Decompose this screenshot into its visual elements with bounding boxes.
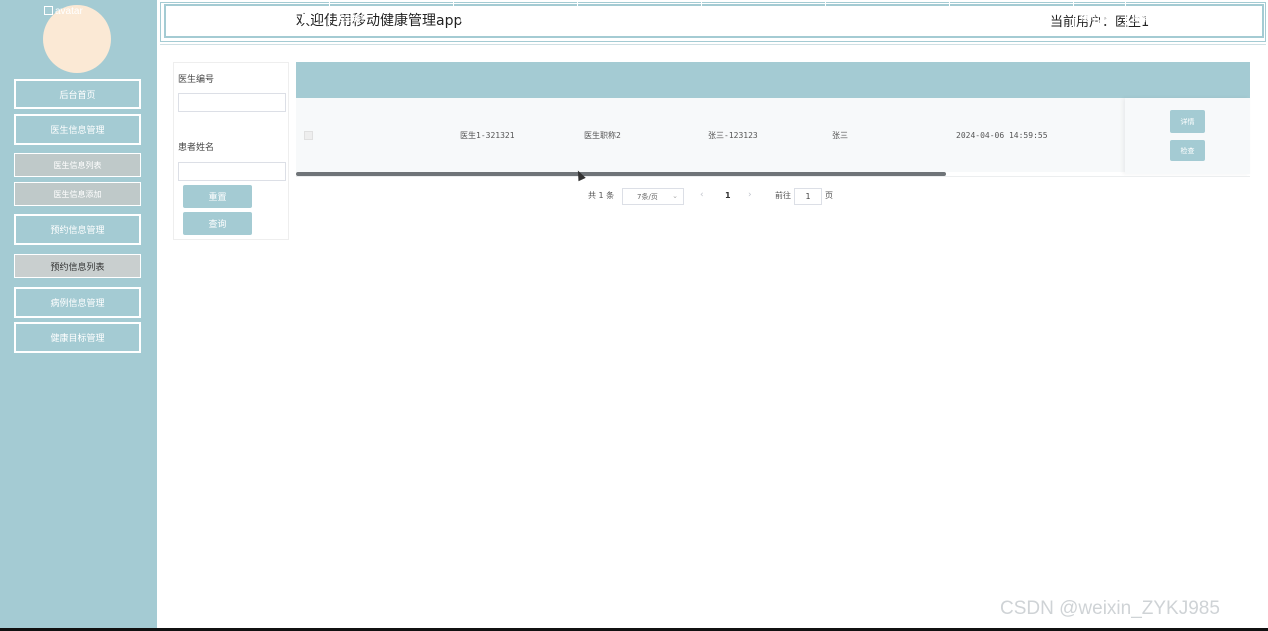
- row-checkbox[interactable]: [304, 131, 313, 140]
- detail-button[interactable]: 详情: [1170, 110, 1205, 133]
- watermark: CSDN @weixin_ZYKJ985: [1000, 598, 1220, 619]
- sidebar-item-doctor-add[interactable]: 医生信息添加: [14, 182, 141, 206]
- header-checkbox-cell: [296, 0, 330, 36]
- sidebar-item-booking-list[interactable]: 预约信息列表: [14, 254, 141, 278]
- column-header-actions: 操作: [1132, 13, 1148, 23]
- cell-booking-user: 张三-123123: [708, 130, 758, 140]
- pagination-total: 共 1 条: [588, 191, 615, 200]
- cell-doctor-name: 医生1-321321: [460, 130, 515, 140]
- reset-button[interactable]: 重置: [183, 185, 252, 208]
- doctor-id-label: 医生编号: [178, 75, 215, 85]
- sidebar: avatar 后台首页 医生信息管理 医生信息列表 医生信息添加 预约信息管理 …: [0, 0, 157, 628]
- header-divider: [160, 44, 1266, 45]
- check-button[interactable]: 检查: [1170, 140, 1205, 161]
- patient-name-label: 患者姓名: [178, 143, 215, 153]
- prev-page-icon[interactable]: ‹: [700, 190, 704, 200]
- cell-booking-status: [1074, 98, 1126, 172]
- column-header-doctor-name[interactable]: 医生名称: [454, 0, 578, 36]
- page-size-select[interactable]: 7条/页 ⌄: [622, 188, 684, 205]
- cell-patient-name: 张三: [832, 130, 848, 140]
- column-header-booking-status[interactable]: 预约状态: [1074, 0, 1126, 36]
- goto-label: 前往: [775, 191, 791, 200]
- sidebar-item-booking-management[interactable]: 预约信息管理: [14, 214, 141, 245]
- avatar-broken-image: avatar: [44, 6, 83, 17]
- select-all-checkbox[interactable]: [302, 13, 311, 23]
- page-suffix: 页: [825, 191, 833, 200]
- sidebar-item-health-goal-management[interactable]: 健康目标管理: [14, 322, 141, 353]
- chevron-down-icon: ⌄: [672, 192, 678, 200]
- column-header-booking-user[interactable]: 预约用户: [702, 0, 826, 36]
- sidebar-item-doctor-list[interactable]: 医生信息列表: [14, 153, 141, 177]
- table-bottom-border: [296, 176, 1250, 177]
- page-size-value: 7条/页: [637, 192, 658, 201]
- next-page-icon[interactable]: ›: [748, 190, 752, 200]
- goto-page-input[interactable]: 1: [794, 188, 822, 205]
- patient-name-input[interactable]: [178, 162, 286, 181]
- app-window: avatar 后台首页 医生信息管理 医生信息列表 医生信息添加 预约信息管理 …: [0, 0, 1268, 631]
- table-header: [296, 62, 1250, 98]
- sidebar-item-case-management[interactable]: 病例信息管理: [14, 287, 141, 318]
- sidebar-item-home[interactable]: 后台首页: [14, 79, 141, 109]
- doctor-id-input[interactable]: [178, 93, 286, 112]
- current-page-number[interactable]: 1: [725, 191, 731, 200]
- cell-doctor-title: 医生职称2: [584, 130, 621, 140]
- column-header-doctor-id[interactable]: 医生编号: [330, 0, 454, 36]
- query-button[interactable]: 查询: [183, 212, 252, 235]
- broken-image-icon: [44, 6, 53, 15]
- column-header-doctor-title[interactable]: 医生职称: [578, 0, 702, 36]
- column-header-patient-name[interactable]: 患者姓名: [826, 0, 950, 36]
- cell-booking-time: 2024-04-06 14:59:55: [956, 130, 1048, 140]
- sidebar-item-doctor-management[interactable]: 医生信息管理: [14, 114, 141, 145]
- column-header-booking-time[interactable]: 预约时间: [950, 0, 1074, 36]
- cell-doctor-id: [330, 98, 454, 172]
- avatar-alt-text: avatar: [55, 6, 83, 17]
